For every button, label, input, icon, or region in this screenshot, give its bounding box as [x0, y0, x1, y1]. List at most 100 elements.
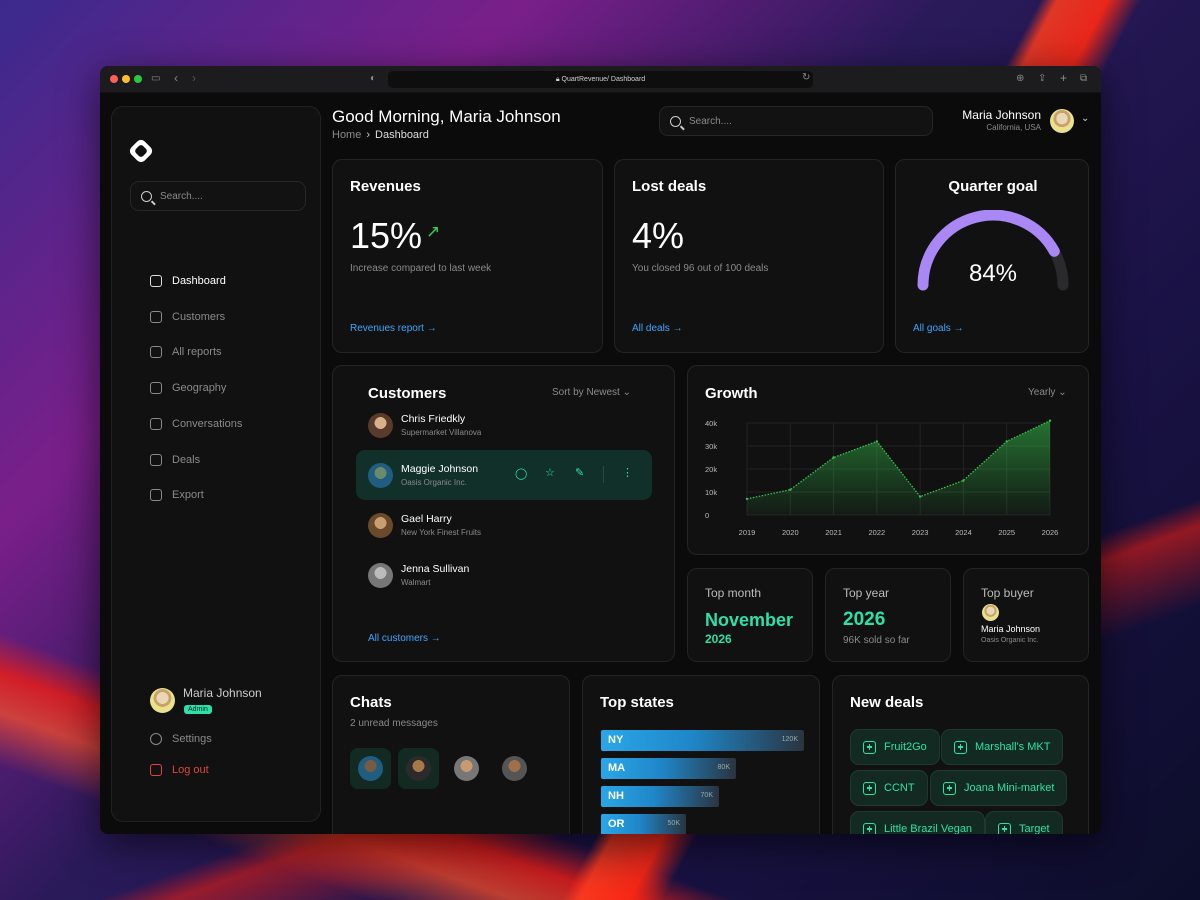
sidebar-item-dashboard[interactable]: Dashboard — [150, 275, 226, 287]
message-icon[interactable]: ◯ — [515, 467, 527, 480]
new-tab-icon[interactable]: + — [1060, 71, 1067, 85]
minimize-window-button[interactable] — [122, 75, 130, 83]
reload-icon[interactable]: ↻ — [802, 71, 810, 85]
address-bar[interactable]: 🔒︎ QuartRevenue/ Dashboard — [388, 71, 813, 88]
deal-name: Joana Mini-market — [964, 782, 1055, 794]
sidebar-item-label: Dashboard — [172, 275, 226, 287]
tabs-overview-icon[interactable]: ⧉ — [1080, 72, 1087, 86]
deal-name: Little Brazil Vegan — [884, 823, 973, 834]
state-bar[interactable]: NH 70K — [601, 786, 719, 807]
customer-row[interactable]: Chris Friedkly Supermarket Villanova — [356, 400, 652, 450]
top-buyer-company: Oasis Organic Inc. — [981, 637, 1039, 644]
deal-pill[interactable]: Marshall's MKT — [941, 729, 1064, 765]
all-deals-link[interactable]: All deals → — [632, 323, 683, 334]
plus-icon — [954, 740, 967, 754]
customer-row[interactable]: Gael Harry New York Finest Fruits — [356, 500, 652, 550]
revenues-card: Revenues 15% ↗ Increase compared to last… — [332, 159, 603, 353]
header-user-name: Maria Johnson — [962, 108, 1041, 122]
growth-point — [745, 497, 749, 501]
logout-link[interactable]: Log out — [150, 764, 209, 776]
browser-window: ▭ ‹ › ◐ 🔒︎ QuartRevenue/ Dashboard ↻ ⊕ ⇪… — [100, 66, 1101, 834]
customer-row[interactable]: Jenna Sullivan Walmart — [356, 550, 652, 600]
more-options-icon[interactable]: ⋮ — [622, 466, 633, 479]
deal-pill[interactable]: CCNT — [850, 770, 928, 806]
user-avatar[interactable] — [150, 688, 175, 713]
download-icon[interactable]: ⊕ — [1016, 72, 1024, 86]
star-icon[interactable]: ☆ — [545, 466, 555, 479]
deal-pill[interactable]: Joana Mini-market — [930, 770, 1068, 806]
period-dropdown[interactable]: Yearly ⌄ — [1028, 387, 1067, 398]
sidebar-user-name: Maria Johnson — [183, 686, 262, 700]
top-month-year: 2026 — [705, 632, 732, 646]
share-icon[interactable]: ⇪ — [1038, 72, 1046, 86]
customer-avatar — [368, 512, 393, 538]
sidebar-search-input[interactable]: Search.... — [130, 181, 306, 211]
logout-label: Log out — [172, 764, 209, 776]
state-bar[interactable]: NY 120K — [601, 730, 804, 751]
customer-info: Maggie Johnson Oasis Organic Inc. — [401, 463, 478, 487]
chat-avatar-2[interactable] — [398, 748, 439, 789]
gear-icon — [150, 733, 162, 745]
chevron-down-icon[interactable]: ⌄ — [1081, 113, 1089, 124]
maximize-window-button[interactable] — [134, 75, 142, 83]
chats-card: Chats 2 unread messages — [332, 675, 570, 834]
plus-icon — [863, 822, 876, 834]
deal-pill[interactable]: Little Brazil Vegan — [850, 811, 986, 834]
sidebar-item-geography[interactable]: Geography — [150, 382, 226, 395]
sidebar-item-customers[interactable]: Customers — [150, 310, 225, 323]
top-buyer-avatar[interactable] — [982, 604, 999, 621]
close-window-button[interactable] — [110, 75, 118, 83]
revenues-subtitle: Increase compared to last week — [350, 263, 492, 274]
growth-point — [789, 488, 792, 491]
chat-avatar-3[interactable] — [454, 756, 479, 781]
sidebar-item-conversations[interactable]: Conversations — [150, 417, 242, 430]
quarter-goal-value: 84% — [968, 260, 1018, 287]
sidebar-item-deals[interactable]: Deals — [150, 453, 201, 466]
revenues-report-link[interactable]: Revenues report → — [350, 323, 437, 334]
edit-pencil-icon[interactable]: ✎ — [575, 466, 584, 479]
shield-icon[interactable]: ◐ — [370, 72, 376, 86]
deals-icon — [150, 453, 162, 466]
top-year-card: Top year 2026 96K sold so far — [825, 568, 951, 662]
state-bar[interactable]: OR 50K — [601, 814, 686, 834]
sidebar-item-export[interactable]: Export — [150, 489, 204, 502]
sidebar-toggle-icon[interactable]: ▭ — [151, 72, 160, 86]
quarter-goal-card: Quarter goal 84% All goals → — [895, 159, 1089, 353]
deal-pill[interactable]: Fruit2Go — [850, 729, 940, 765]
forward-arrow-icon[interactable]: › — [192, 72, 196, 84]
chat-avatar-1[interactable] — [350, 748, 391, 789]
chat-icon — [150, 417, 162, 430]
state-code: OR — [608, 818, 625, 830]
plus-icon — [863, 781, 876, 795]
page-title: Good Morning, Maria Johnson — [332, 107, 561, 126]
search-icon — [141, 190, 152, 202]
browser-titlebar: ▭ ‹ › ◐ 🔒︎ QuartRevenue/ Dashboard ↻ ⊕ ⇪… — [100, 66, 1101, 93]
growth-point — [1005, 440, 1008, 443]
settings-link[interactable]: Settings — [150, 733, 212, 745]
role-badge: Admin — [184, 705, 212, 714]
url-text: QuartRevenue/ Dashboard — [561, 76, 646, 83]
growth-point — [918, 495, 922, 498]
deal-pill[interactable]: Target — [985, 811, 1063, 834]
all-goals-link[interactable]: All goals → — [913, 323, 964, 334]
top-year-subtitle: 96K sold so far — [843, 635, 910, 646]
all-customers-link[interactable]: All customers → — [368, 633, 441, 644]
deal-name: Marshall's MKT — [975, 741, 1051, 753]
sidebar-item-all-reports[interactable]: All reports — [150, 346, 222, 359]
customer-row[interactable]: Maggie Johnson Oasis Organic Inc. ◯ ☆ ✎ ⋮ — [356, 450, 652, 500]
state-bar[interactable]: MA 80K — [601, 758, 736, 779]
breadcrumb-home[interactable]: Home — [332, 129, 361, 141]
top-states-title: Top states — [600, 694, 674, 711]
back-arrow-icon[interactable]: ‹ — [174, 72, 178, 84]
growth-area — [747, 420, 1050, 515]
header-search-input[interactable]: Search.... — [659, 106, 933, 136]
plus-icon — [998, 822, 1011, 834]
customer-company: Supermarket Villanova — [401, 428, 482, 437]
customer-name: Jenna Sullivan — [401, 563, 470, 575]
sidebar-item-label: Deals — [172, 453, 201, 466]
sidebar-item-label: All reports — [172, 346, 222, 359]
sort-dropdown[interactable]: Sort by Newest ⌄ — [552, 387, 631, 398]
header-avatar[interactable] — [1050, 109, 1074, 133]
growth-title: Growth — [705, 385, 758, 402]
chat-avatar-4[interactable] — [502, 756, 527, 781]
